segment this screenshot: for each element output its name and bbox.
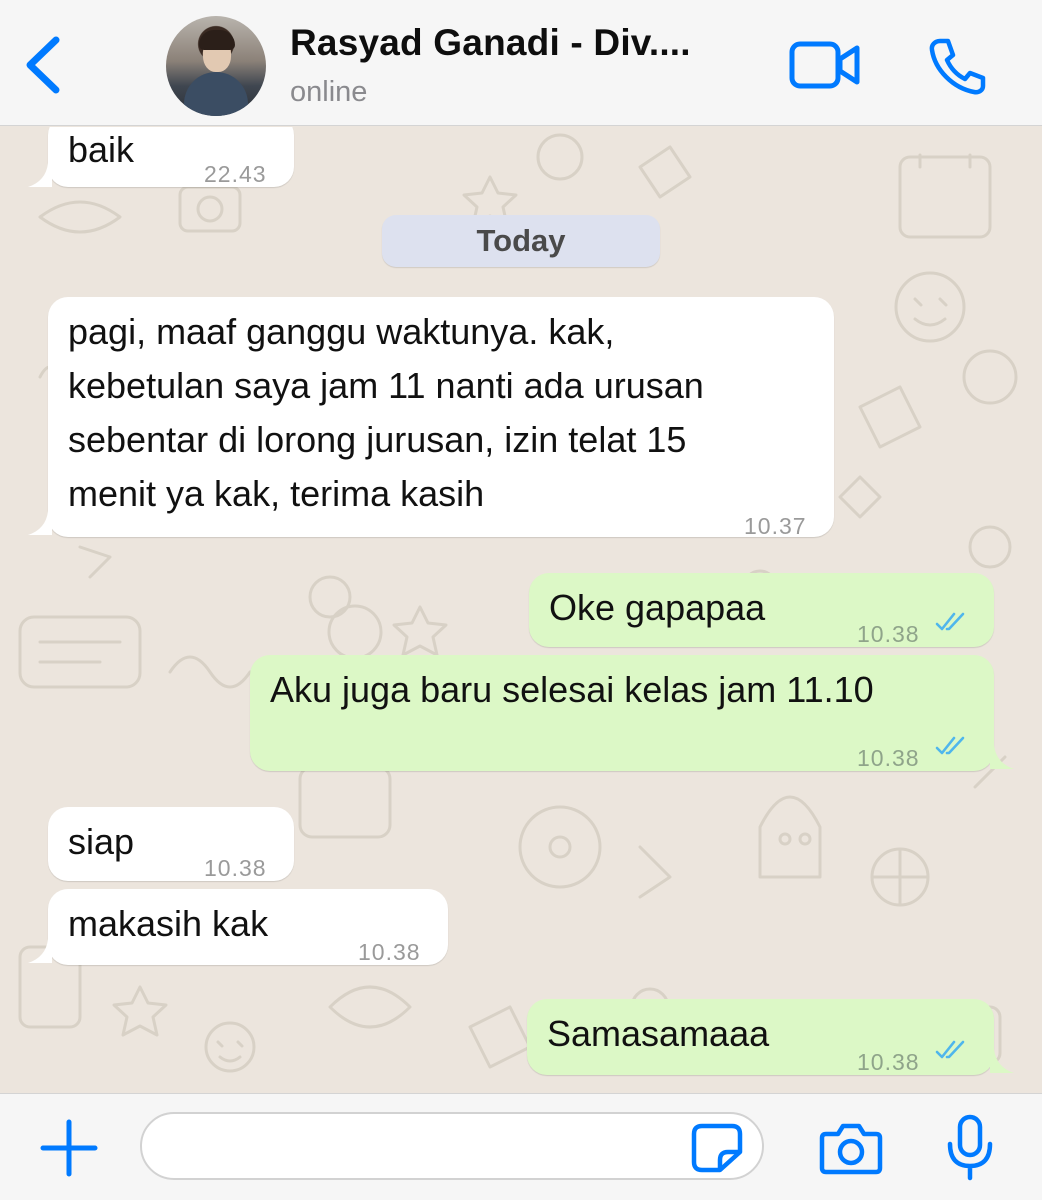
microphone-icon: [947, 1114, 993, 1181]
camera-icon: [819, 1123, 883, 1175]
message-text: pagi, maaf ganggu waktunya. kak, kebetul…: [68, 311, 704, 514]
voice-call-button[interactable]: [926, 36, 988, 96]
bubble-tail: [990, 1049, 1014, 1073]
message-input-bar: [0, 1093, 1042, 1200]
message-time: 10.38: [358, 939, 421, 965]
chat-area[interactable]: baik 22.43 Today pagi, maaf ganggu waktu…: [0, 127, 1042, 1093]
double-check-icon: [935, 1040, 965, 1059]
avatar-hair: [199, 30, 235, 50]
double-check-icon: [935, 612, 965, 631]
message-incoming[interactable]: pagi, maaf ganggu waktunya. kak, kebetul…: [48, 297, 834, 539]
bubble-tail: [28, 511, 52, 535]
message-incoming[interactable]: siap 10.38: [48, 807, 294, 881]
message-incoming[interactable]: baik 22.43: [48, 127, 294, 187]
camera-button[interactable]: [818, 1120, 884, 1176]
contact-avatar[interactable]: [166, 16, 266, 116]
message-text: Aku juga baru selesai kelas jam 11.10: [270, 669, 874, 710]
microphone-button[interactable]: [944, 1114, 996, 1182]
message-time: 10.38: [204, 855, 267, 881]
bubble-tail: [28, 163, 52, 187]
message-text: Samasamaaa: [547, 1013, 770, 1054]
chevron-left-icon: [26, 36, 60, 94]
back-button[interactable]: [18, 32, 70, 98]
message-time: 10.37: [744, 513, 807, 539]
message-input[interactable]: [140, 1112, 764, 1180]
double-check-icon: [935, 736, 965, 755]
date-separator: Today: [382, 215, 660, 267]
video-call-button[interactable]: [788, 38, 862, 92]
sticker-icon: [691, 1123, 743, 1173]
attach-button[interactable]: [36, 1118, 102, 1178]
message-outgoing[interactable]: Aku juga baru selesai kelas jam 11.10 10…: [250, 655, 994, 771]
message-incoming[interactable]: makasih kak 10.38: [48, 889, 448, 965]
chat-header: Rasyad Ganadi - Div.... online: [0, 0, 1042, 126]
message-time: 10.38: [857, 745, 920, 771]
avatar-coat: [184, 72, 248, 116]
message-time: 10.38: [857, 1049, 920, 1075]
message-outgoing[interactable]: Samasamaaa 10.38: [527, 999, 994, 1075]
message-text: siap: [68, 821, 135, 862]
bubble-tail: [990, 745, 1014, 769]
bubble-tail: [28, 939, 52, 963]
sticker-button[interactable]: [690, 1122, 744, 1174]
message-time: 22.43: [204, 161, 267, 187]
phone-icon: [929, 38, 986, 95]
contact-name[interactable]: Rasyad Ganadi - Div....: [290, 22, 766, 64]
message-outgoing[interactable]: Oke gapapaa 10.38: [529, 573, 994, 647]
video-camera-icon: [789, 41, 860, 89]
message-time: 10.38: [857, 621, 920, 647]
contact-status: online: [290, 76, 368, 108]
message-text: Oke gapapaa: [549, 587, 766, 628]
plus-icon: [40, 1119, 98, 1177]
message-text: baik: [68, 129, 135, 170]
message-text: makasih kak: [68, 903, 269, 944]
